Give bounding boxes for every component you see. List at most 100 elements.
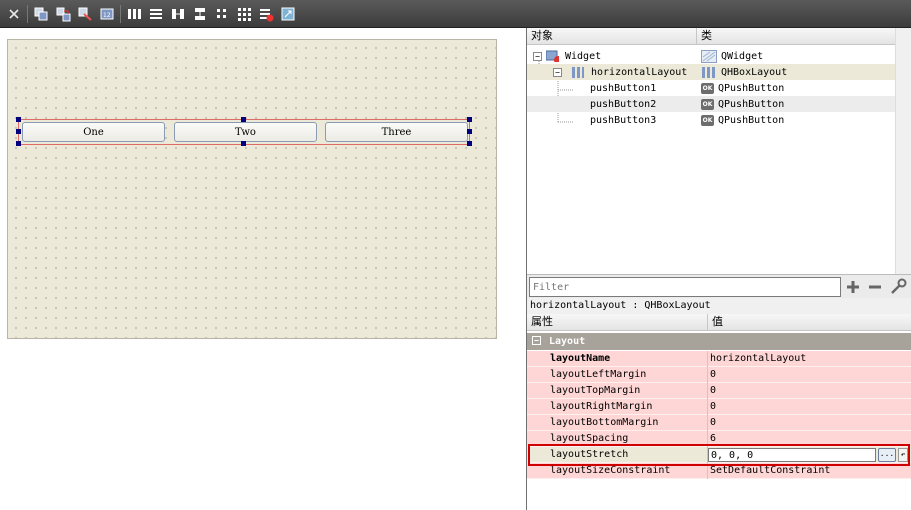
right-dock-panel: 对象 类 − Widget QWidget − horizontalLayout… xyxy=(526,28,911,510)
form-canvas[interactable]: One Two Three xyxy=(7,39,497,339)
edit-buddies-icon[interactable] xyxy=(74,3,96,25)
column-divider xyxy=(707,415,708,431)
column-divider xyxy=(707,351,708,367)
tree-object-name: pushButton2 xyxy=(590,98,657,110)
svg-text:12: 12 xyxy=(103,12,111,19)
edit-widgets-icon[interactable] xyxy=(30,3,52,25)
property-filter-bar xyxy=(527,274,911,298)
pushbutton-icon: OK xyxy=(701,82,714,94)
property-row-layoutspacing[interactable]: layoutSpacing 6 xyxy=(527,431,911,447)
tree-class-name: QHBoxLayout xyxy=(721,66,788,78)
property-filter-input[interactable] xyxy=(529,277,841,297)
tree-row-horizontal-layout[interactable]: − horizontalLayout QHBoxLayout xyxy=(527,64,895,80)
push-button-one[interactable]: One xyxy=(22,122,165,142)
tree-row-pushbutton2[interactable]: pushButton2 OK QPushButton xyxy=(527,96,895,112)
value-column-header[interactable]: 值 xyxy=(708,314,911,330)
ellipsis-button[interactable]: ... xyxy=(878,448,896,462)
property-name: layoutSizeConstraint xyxy=(550,465,671,476)
collapse-toggle-icon[interactable]: − xyxy=(553,67,562,77)
break-layout-icon[interactable] xyxy=(255,3,277,25)
column-divider xyxy=(707,367,708,383)
property-value[interactable]: 0 xyxy=(710,415,716,431)
layout-stretch-input[interactable] xyxy=(708,448,876,462)
layout-horizontal-icon[interactable] xyxy=(123,3,145,25)
tree-class-name: QPushButton xyxy=(718,98,785,110)
property-name: layoutBottomMargin xyxy=(550,417,659,428)
property-value[interactable]: SetDefaultConstraint xyxy=(710,463,830,479)
property-value[interactable]: 0 xyxy=(710,383,716,399)
property-row-layoutsizeconstraint[interactable]: layoutSizeConstraint SetDefaultConstrain… xyxy=(527,463,911,479)
property-editor-header: 属性 值 xyxy=(527,314,911,331)
selection-handle[interactable] xyxy=(241,117,246,122)
form-editor-toolbar: 12 xyxy=(0,0,911,28)
layout-grid-icon[interactable] xyxy=(233,3,255,25)
adjust-size-icon[interactable] xyxy=(277,3,299,25)
tree-class-name: QWidget xyxy=(721,50,764,62)
pushbutton-icon: OK xyxy=(701,98,714,110)
property-row-layouttopmargin[interactable]: layoutTopMargin 0 xyxy=(527,383,911,399)
property-row-layoutname[interactable]: layoutName horizontalLayout xyxy=(527,351,911,367)
push-button-two[interactable]: Two xyxy=(174,122,317,142)
property-name: layoutName xyxy=(550,353,611,364)
property-row-layoutleftmargin[interactable]: layoutLeftMargin 0 xyxy=(527,367,911,383)
layout-splitter-v-icon[interactable] xyxy=(189,3,211,25)
tree-class-cell: OK QPushButton xyxy=(701,98,785,110)
tree-object-name: pushButton3 xyxy=(590,114,657,126)
layout-splitter-h-icon[interactable] xyxy=(167,3,189,25)
property-name: layoutSpacing xyxy=(550,433,629,444)
reset-property-icon[interactable]: ↶ xyxy=(898,448,908,462)
tree-object-name: pushButton1 xyxy=(590,82,657,94)
close-icon[interactable] xyxy=(3,3,25,25)
qhboxlayout-icon xyxy=(702,66,715,78)
property-group-label: Layout xyxy=(549,336,586,347)
selected-object-label: horizontalLayout : QHBoxLayout xyxy=(527,298,911,314)
qwidget-icon xyxy=(701,49,717,63)
tree-row-pushbutton3[interactable]: pushButton3 OK QPushButton xyxy=(527,112,895,128)
property-row-layoutbottommargin[interactable]: layoutBottomMargin 0 xyxy=(527,415,911,431)
toolbar-separator xyxy=(27,4,28,23)
object-inspector-header: 对象 类 xyxy=(527,28,911,45)
selection-handle[interactable] xyxy=(16,129,21,134)
property-value[interactable]: 0 xyxy=(710,399,716,415)
selection-handle[interactable] xyxy=(467,129,472,134)
wrench-icon[interactable] xyxy=(889,278,907,296)
tree-row-widget[interactable]: − Widget QWidget xyxy=(533,48,893,64)
layout-vertical-icon[interactable] xyxy=(145,3,167,25)
tree-row-pushbutton1[interactable]: pushButton1 OK QPushButton xyxy=(527,80,895,96)
class-column-header[interactable]: 类 xyxy=(697,28,911,44)
object-inspector-scrollbar[interactable] xyxy=(895,28,911,274)
property-value[interactable]: horizontalLayout xyxy=(710,351,806,367)
tree-class-cell: QWidget xyxy=(701,49,764,63)
property-row-layoutrightmargin[interactable]: layoutRightMargin 0 xyxy=(527,399,911,415)
selection-handle[interactable] xyxy=(467,141,472,146)
property-name: layoutStretch xyxy=(550,449,629,460)
tree-class-name: QPushButton xyxy=(718,82,785,94)
column-divider xyxy=(707,383,708,399)
object-column-header[interactable]: 对象 xyxy=(527,28,697,44)
column-divider xyxy=(707,431,708,447)
property-name: layoutRightMargin xyxy=(550,401,653,412)
selection-handle[interactable] xyxy=(467,117,472,122)
property-value[interactable]: 0 xyxy=(710,367,716,383)
property-row-layoutstretch[interactable]: layoutStretch ... ↶ xyxy=(527,447,911,463)
edit-tab-order-icon[interactable]: 12 xyxy=(96,3,118,25)
column-divider xyxy=(707,399,708,415)
property-value[interactable]: 6 xyxy=(710,431,716,447)
push-button-three[interactable]: Three xyxy=(325,122,468,142)
plus-icon[interactable] xyxy=(845,279,861,295)
selection-handle[interactable] xyxy=(16,141,21,146)
property-column-header[interactable]: 属性 xyxy=(527,314,708,330)
property-group-layout[interactable]: − Layout xyxy=(527,333,911,350)
collapse-toggle-icon[interactable]: − xyxy=(533,51,542,61)
edit-signals-icon[interactable] xyxy=(52,3,74,25)
property-name: layoutTopMargin xyxy=(550,385,641,396)
minus-icon[interactable] xyxy=(867,279,883,295)
tree-class-cell: QHBoxLayout xyxy=(701,66,787,79)
tree-class-cell: OK QPushButton xyxy=(701,82,785,94)
tree-class-cell: OK QPushButton xyxy=(701,114,784,126)
widget-icon xyxy=(546,50,559,62)
layout-form-icon[interactable] xyxy=(211,3,233,25)
collapse-toggle-icon[interactable]: − xyxy=(532,336,541,345)
selection-handle[interactable] xyxy=(16,117,21,122)
selection-handle[interactable] xyxy=(241,141,246,146)
